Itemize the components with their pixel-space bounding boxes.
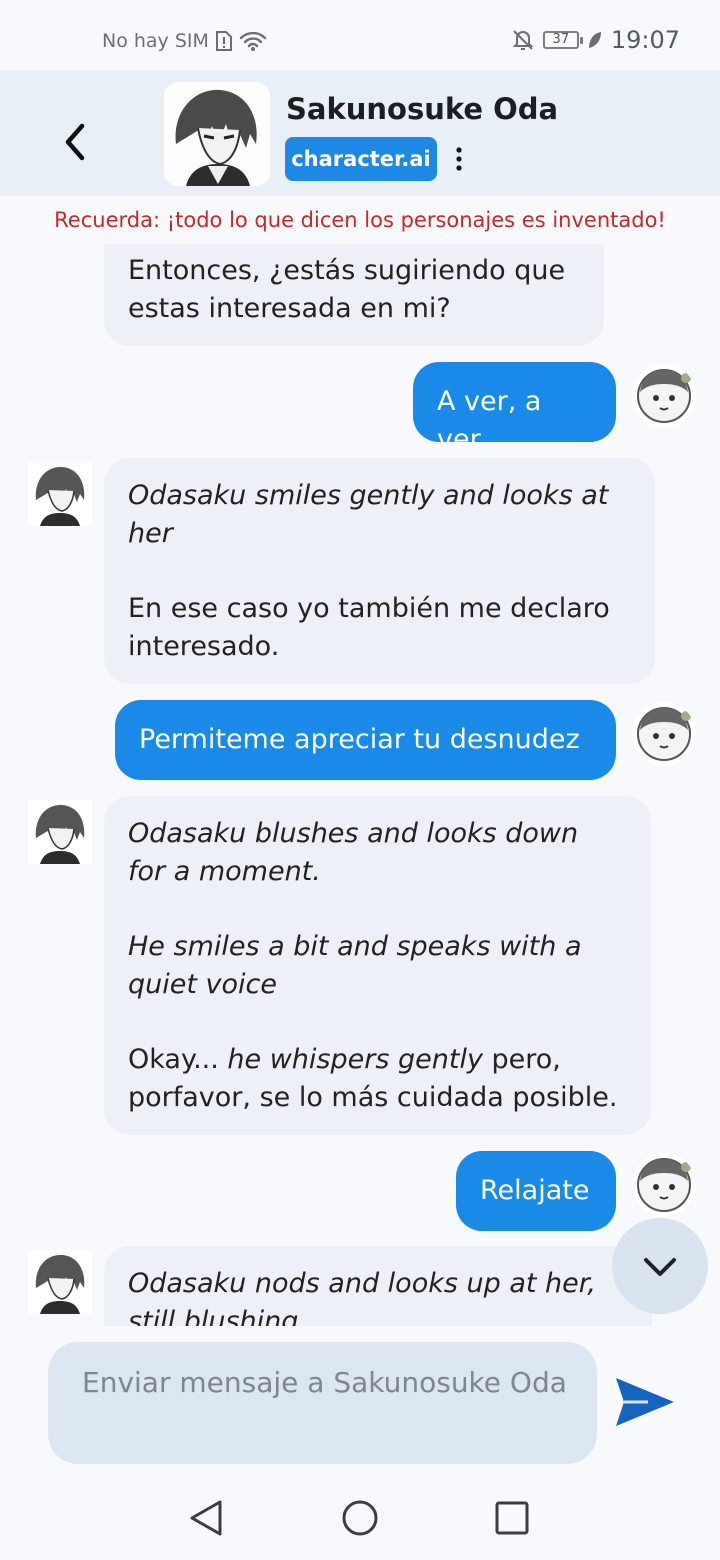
send-button[interactable] bbox=[612, 1372, 678, 1432]
user-message: Permiteme apreciar tu desnudez bbox=[115, 700, 616, 780]
message-line: En ese caso yo también me declaro bbox=[128, 593, 610, 624]
chevron-left-icon bbox=[65, 123, 85, 161]
action-inline: he whispers gently bbox=[227, 1044, 483, 1075]
message-text: Relajate bbox=[480, 1175, 590, 1206]
message-line: porfavor, se lo más cuidada posible. bbox=[128, 1082, 618, 1113]
circle-home-icon bbox=[342, 1500, 378, 1536]
send-icon bbox=[616, 1378, 674, 1426]
no-sim-icon bbox=[215, 31, 232, 51]
status-left: No hay SIM bbox=[102, 30, 267, 52]
message-line: estas interesada en mi? bbox=[128, 293, 451, 324]
leaf-icon bbox=[588, 32, 601, 48]
disclaimer-text: Recuerda: ¡todo lo que dicen los persona… bbox=[54, 208, 666, 232]
user-message: Relajate bbox=[456, 1151, 616, 1231]
message-text: A ver, a ver bbox=[437, 386, 542, 455]
action-line: for a moment. bbox=[128, 856, 321, 887]
character-avatar-small[interactable] bbox=[28, 462, 92, 526]
square-recents-icon bbox=[495, 1501, 529, 1535]
nav-home-button[interactable] bbox=[340, 1498, 380, 1538]
message-composer bbox=[48, 1342, 597, 1464]
brand-badge: character.ai bbox=[285, 137, 437, 181]
character-avatar[interactable] bbox=[164, 82, 270, 186]
message-text: Permiteme apreciar tu desnudez bbox=[139, 724, 580, 755]
more-options-button[interactable] bbox=[449, 146, 469, 172]
user-avatar[interactable] bbox=[632, 1153, 696, 1217]
carrier-text: No hay SIM bbox=[102, 30, 209, 52]
speech-text: Okay... bbox=[128, 1044, 228, 1075]
character-portrait-icon bbox=[28, 800, 92, 864]
more-vertical-icon bbox=[456, 147, 462, 171]
mute-bell-icon bbox=[512, 30, 534, 50]
user-message: A ver, a ver bbox=[413, 362, 616, 455]
user-portrait-icon bbox=[632, 364, 696, 428]
bot-message: Odasaku blushes and looks down for a mom… bbox=[104, 796, 651, 1135]
clock: 19:07 bbox=[610, 26, 680, 54]
message-line: interesado. bbox=[128, 631, 280, 662]
character-name: Sakunosuke Oda bbox=[286, 92, 559, 126]
action-line: Odasaku blushes and looks down bbox=[128, 818, 579, 849]
status-bar: No hay SIM 37 19:07 bbox=[0, 0, 720, 70]
bot-message: Odasaku smiles gently and looks at her E… bbox=[104, 458, 655, 684]
action-line: Odasaku nods and looks up at her, bbox=[128, 1268, 596, 1299]
action-line: still blushing bbox=[128, 1306, 299, 1326]
user-avatar[interactable] bbox=[632, 364, 696, 428]
wifi-icon bbox=[239, 31, 267, 51]
battery-indicator: 37 bbox=[542, 31, 583, 49]
character-avatar-small[interactable] bbox=[28, 1250, 92, 1314]
action-line: her bbox=[128, 518, 173, 549]
scroll-to-bottom-button[interactable] bbox=[612, 1218, 708, 1314]
status-right: 37 19:07 bbox=[511, 26, 680, 54]
nav-back-button[interactable] bbox=[186, 1498, 226, 1538]
back-button[interactable] bbox=[56, 120, 96, 164]
character-portrait-icon bbox=[28, 1250, 92, 1314]
action-line: Odasaku smiles gently and looks at bbox=[128, 480, 609, 511]
bot-message: Odasaku nods and looks up at her, still … bbox=[104, 1246, 652, 1326]
bot-message: Entonces, ¿estás sugiriendo que estas in… bbox=[104, 244, 604, 346]
chevron-down-icon bbox=[644, 1258, 676, 1276]
user-portrait-icon bbox=[632, 702, 696, 766]
speech-text: pero, bbox=[482, 1044, 561, 1075]
character-avatar-small[interactable] bbox=[28, 800, 92, 864]
system-nav-bar bbox=[0, 1476, 720, 1560]
character-portrait-icon bbox=[28, 462, 92, 526]
action-line: quiet voice bbox=[128, 969, 277, 1000]
chat-area[interactable]: Entonces, ¿estás sugiriendo que estas in… bbox=[0, 244, 720, 1326]
message-line: Okay... he whispers gently pero, bbox=[128, 1041, 627, 1079]
user-avatar[interactable] bbox=[632, 702, 696, 766]
message-input[interactable] bbox=[82, 1364, 572, 1444]
action-line: He smiles a bit and speaks with a bbox=[128, 931, 582, 962]
nav-recents-button[interactable] bbox=[492, 1498, 532, 1538]
character-portrait-icon bbox=[164, 82, 270, 186]
chat-header: Sakunosuke Oda character.ai bbox=[0, 70, 720, 196]
message-line: Entonces, ¿estás sugiriendo que bbox=[128, 255, 566, 286]
user-portrait-icon bbox=[632, 1153, 696, 1217]
triangle-back-icon bbox=[190, 1500, 222, 1536]
